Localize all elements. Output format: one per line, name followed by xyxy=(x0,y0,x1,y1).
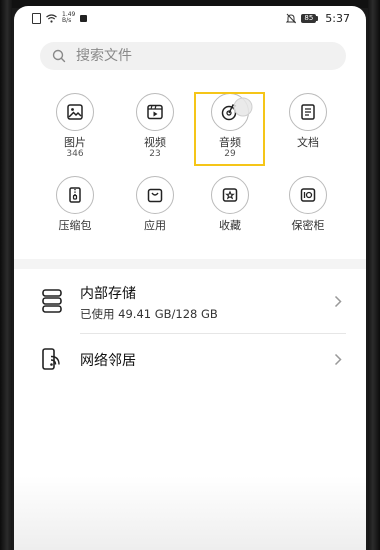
bottom-area xyxy=(14,476,366,550)
category-safe[interactable]: 保密柜 xyxy=(268,176,348,232)
wifi-icon xyxy=(46,13,57,23)
category-count: 23 xyxy=(149,149,161,159)
phone-screen: 1.49 B/s 85 5:37 图片 346 视频 23 xyxy=(14,6,366,550)
sim-icon xyxy=(32,12,41,24)
category-documents[interactable]: 文档 xyxy=(268,93,348,149)
video-icon xyxy=(136,93,174,131)
category-videos[interactable]: 视频 23 xyxy=(115,93,195,160)
category-label: 收藏 xyxy=(219,219,241,232)
network-neighbor-row[interactable]: 网络邻居 xyxy=(14,334,366,384)
section-divider xyxy=(14,259,366,269)
category-apps[interactable]: 应用 xyxy=(115,176,195,232)
category-favorites[interactable]: 收藏 xyxy=(190,176,270,232)
document-icon xyxy=(289,93,327,131)
phone-bezel-right xyxy=(368,0,380,550)
category-count: 346 xyxy=(66,149,84,159)
image-icon xyxy=(56,93,94,131)
internal-storage-row[interactable]: 内部存储 已使用 49.41 GB/128 GB xyxy=(14,269,366,333)
category-label: 保密柜 xyxy=(291,219,325,232)
network-neighbor-icon xyxy=(42,348,60,370)
storage-title: 内部存储 xyxy=(80,286,136,302)
battery-indicator: 85 xyxy=(301,14,319,23)
star-icon xyxy=(211,176,249,214)
selection-highlight-box xyxy=(194,92,265,166)
chevron-right-icon xyxy=(334,353,342,366)
status-bar: 1.49 B/s 85 5:37 xyxy=(14,6,366,32)
archive-icon xyxy=(56,176,94,214)
search-input[interactable] xyxy=(74,47,318,65)
notification-square-icon xyxy=(80,14,88,22)
category-label: 图片 xyxy=(64,136,86,149)
category-label: 文档 xyxy=(297,136,319,149)
net-speed-unit: B/s xyxy=(62,17,72,24)
category-label: 视频 xyxy=(144,136,166,149)
app-bag-icon xyxy=(136,176,174,214)
clock: 5:37 xyxy=(325,12,350,25)
bell-off-icon xyxy=(286,13,297,24)
category-images[interactable]: 图片 346 xyxy=(35,93,115,160)
storage-icon xyxy=(42,289,62,313)
status-left: 1.49 B/s xyxy=(32,12,88,24)
safe-icon xyxy=(289,176,327,214)
search-icon xyxy=(52,49,66,63)
category-label: 压缩包 xyxy=(58,219,92,232)
chevron-right-icon xyxy=(334,295,342,308)
net-speed: 1.49 B/s xyxy=(62,12,75,24)
phone-bezel-left xyxy=(0,0,12,550)
category-archives[interactable]: 压缩包 xyxy=(35,176,115,232)
status-right: 85 5:37 xyxy=(286,12,350,25)
storage-usage: 已使用 49.41 GB/128 GB xyxy=(80,307,218,321)
network-neighbor-title: 网络邻居 xyxy=(80,353,136,369)
category-label: 应用 xyxy=(144,219,166,232)
search-bar[interactable] xyxy=(40,42,346,70)
